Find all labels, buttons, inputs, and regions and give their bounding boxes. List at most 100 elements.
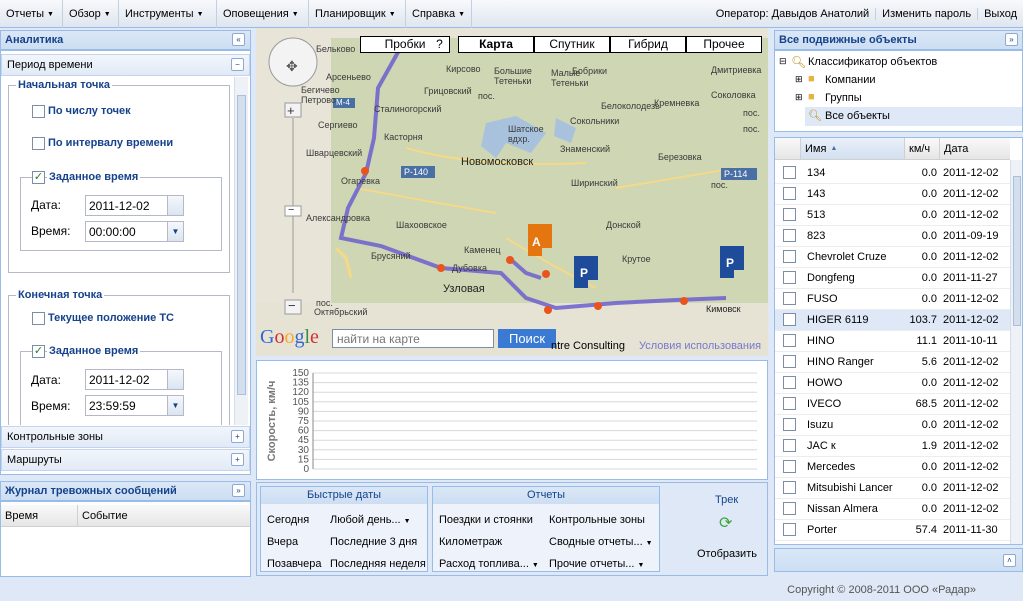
marker-start-icon[interactable]: A <box>532 235 541 249</box>
end-date-input[interactable]: 2011-12-02 <box>85 369 168 390</box>
tree-companies[interactable]: Компании <box>825 74 876 86</box>
other-reports-button[interactable]: Прочие отчеты... ▼ <box>549 558 644 570</box>
change-password-link[interactable]: Изменить пароль <box>875 8 977 20</box>
end-set-time-checkbox[interactable]: ✓ <box>32 345 45 358</box>
row-checkbox[interactable] <box>783 292 796 305</box>
table-row[interactable]: Dongfeng 0.0 2011-11-27 <box>775 268 1018 289</box>
menu-help[interactable]: Справка ▼ <box>406 0 472 28</box>
show-track-button[interactable]: Отобразить <box>697 548 757 560</box>
collapse-down-icon[interactable]: » <box>232 484 245 497</box>
map-search-button[interactable]: Поиск <box>498 329 556 348</box>
menu-scheduler[interactable]: Планировщик ▼ <box>309 0 406 28</box>
scrollbar[interactable] <box>1010 160 1022 544</box>
zoom-slider-icon[interactable]: − <box>288 204 294 216</box>
row-checkbox[interactable] <box>783 355 796 368</box>
map-view[interactable]: ✥ + − − Пробки ? Карта Спутник Гибрид Пр… <box>256 28 768 356</box>
collapse-icon[interactable]: − <box>231 58 244 71</box>
table-row[interactable]: 143 0.0 2011-12-02 <box>775 184 1018 205</box>
start-time-input[interactable]: 00:00:00 <box>85 221 168 242</box>
collapse-right-icon[interactable]: » <box>1005 33 1018 46</box>
row-checkbox[interactable] <box>783 271 796 284</box>
chevron-down-icon[interactable]: ▼ <box>167 395 184 416</box>
col-time-header[interactable]: Время <box>1 505 78 527</box>
row-checkbox[interactable] <box>783 502 796 515</box>
map-search-input[interactable] <box>332 329 494 348</box>
menu-tools[interactable]: Инструменты ▼ <box>119 0 217 28</box>
period-header[interactable]: Период времени <box>1 54 250 76</box>
expand-icon[interactable]: + <box>231 430 244 443</box>
row-checkbox[interactable] <box>783 418 796 431</box>
map-type-map-button[interactable]: Карта <box>458 36 534 53</box>
expand-up-icon[interactable]: ˄ <box>1003 554 1016 567</box>
table-row[interactable]: Mercedes 0.0 2011-12-02 <box>775 457 1018 478</box>
row-checkbox[interactable] <box>783 376 796 389</box>
today-button[interactable]: Сегодня <box>267 514 309 526</box>
map-type-hybrid-button[interactable]: Гибрид <box>610 36 686 53</box>
map-type-satellite-button[interactable]: Спутник <box>534 36 610 53</box>
chevron-down-icon[interactable]: ▼ <box>167 221 184 242</box>
table-row[interactable]: IVECO 68.5 2011-12-02 <box>775 394 1018 415</box>
col-date-header[interactable]: Дата <box>940 138 1010 160</box>
scrollbar[interactable] <box>234 77 248 425</box>
trips-report-button[interactable]: Поездки и стоянки <box>439 514 533 526</box>
row-checkbox[interactable] <box>783 397 796 410</box>
row-checkbox[interactable] <box>783 229 796 242</box>
table-row[interactable]: Isuzu 0.0 2011-12-02 <box>775 415 1018 436</box>
table-row[interactable]: 134 0.0 2011-12-02 <box>775 163 1018 184</box>
table-row[interactable]: HOWO 0.0 2011-12-02 <box>775 373 1018 394</box>
any-day-button[interactable]: Любой день... ▼ <box>330 514 411 526</box>
fuel-report-button[interactable]: Расход топлива... ▼ <box>439 558 539 570</box>
logout-link[interactable]: Выход <box>977 8 1023 20</box>
expand-tree-icon[interactable]: ⊞ <box>795 92 803 103</box>
table-row[interactable]: Porter 57.4 2011-11-30 <box>775 520 1018 541</box>
calendar-icon[interactable] <box>167 195 184 216</box>
terms-link[interactable]: Условия использования <box>639 340 761 352</box>
menu-alerts[interactable]: Оповещения ▼ <box>217 0 309 28</box>
table-row[interactable]: 823 0.0 2011-09-19 <box>775 226 1018 247</box>
current-position-checkbox[interactable] <box>32 312 45 325</box>
calendar-icon[interactable] <box>167 369 184 390</box>
row-checkbox[interactable] <box>783 187 796 200</box>
table-row[interactable]: 513 0.0 2011-12-02 <box>775 205 1018 226</box>
table-row[interactable]: JAC к 1.9 2011-12-02 <box>775 436 1018 457</box>
mileage-report-button[interactable]: Километраж <box>439 536 502 548</box>
table-row[interactable]: HIGER 6119 103.7 2011-12-02 <box>775 310 1018 331</box>
row-checkbox[interactable] <box>783 313 796 326</box>
control-zones-report-button[interactable]: Контрольные зоны <box>549 514 645 526</box>
expand-icon[interactable]: + <box>231 453 244 466</box>
routes-header[interactable]: Маршруты <box>1 449 250 471</box>
end-time-input[interactable]: 23:59:59 <box>85 395 168 416</box>
zoom-in-icon[interactable]: + <box>287 103 295 118</box>
last-week-button[interactable]: Последняя неделя <box>330 558 426 570</box>
row-checkbox[interactable] <box>783 166 796 179</box>
collapse-left-icon[interactable]: « <box>232 33 245 46</box>
menu-overview[interactable]: Обзор ▼ <box>63 0 119 28</box>
summary-reports-button[interactable]: Сводные отчеты... ▼ <box>549 536 653 548</box>
tree-all-objects[interactable]: Все объекты <box>825 110 890 122</box>
last-3-days-button[interactable]: Последние 3 дня <box>330 536 417 548</box>
collapse-tree-icon[interactable]: ⊟ <box>779 56 787 67</box>
by-points-checkbox[interactable] <box>32 105 45 118</box>
row-checkbox[interactable] <box>783 250 796 263</box>
col-event-header[interactable]: Событие <box>78 505 250 527</box>
scrollbar-thumb[interactable] <box>237 95 246 395</box>
help-button[interactable]: ? <box>430 36 450 53</box>
row-checkbox[interactable] <box>783 208 796 221</box>
refresh-icon[interactable]: ⟳ <box>719 513 732 533</box>
start-set-time-checkbox[interactable]: ✓ <box>32 171 45 184</box>
table-row[interactable]: Chevrolet Cruze 0.0 2011-12-02 <box>775 247 1018 268</box>
row-checkbox[interactable] <box>783 439 796 452</box>
col-name-header[interactable]: Имя ▲ <box>801 138 905 160</box>
tree-groups[interactable]: Группы <box>825 92 862 104</box>
parking-marker-icon[interactable]: P <box>580 266 588 280</box>
by-interval-checkbox[interactable] <box>32 137 45 150</box>
table-row[interactable]: FUSO 0.0 2011-12-02 <box>775 289 1018 310</box>
row-checkbox[interactable] <box>783 460 796 473</box>
map-type-other-button[interactable]: Прочее <box>686 36 762 53</box>
expand-tree-icon[interactable]: ⊞ <box>795 74 803 85</box>
row-checkbox[interactable] <box>783 523 796 536</box>
row-checkbox[interactable] <box>783 481 796 494</box>
menu-reports[interactable]: Отчеты ▼ <box>0 0 63 28</box>
parking-marker-icon[interactable]: P <box>726 256 734 270</box>
tree-root[interactable]: Классификатор объектов <box>808 56 937 68</box>
